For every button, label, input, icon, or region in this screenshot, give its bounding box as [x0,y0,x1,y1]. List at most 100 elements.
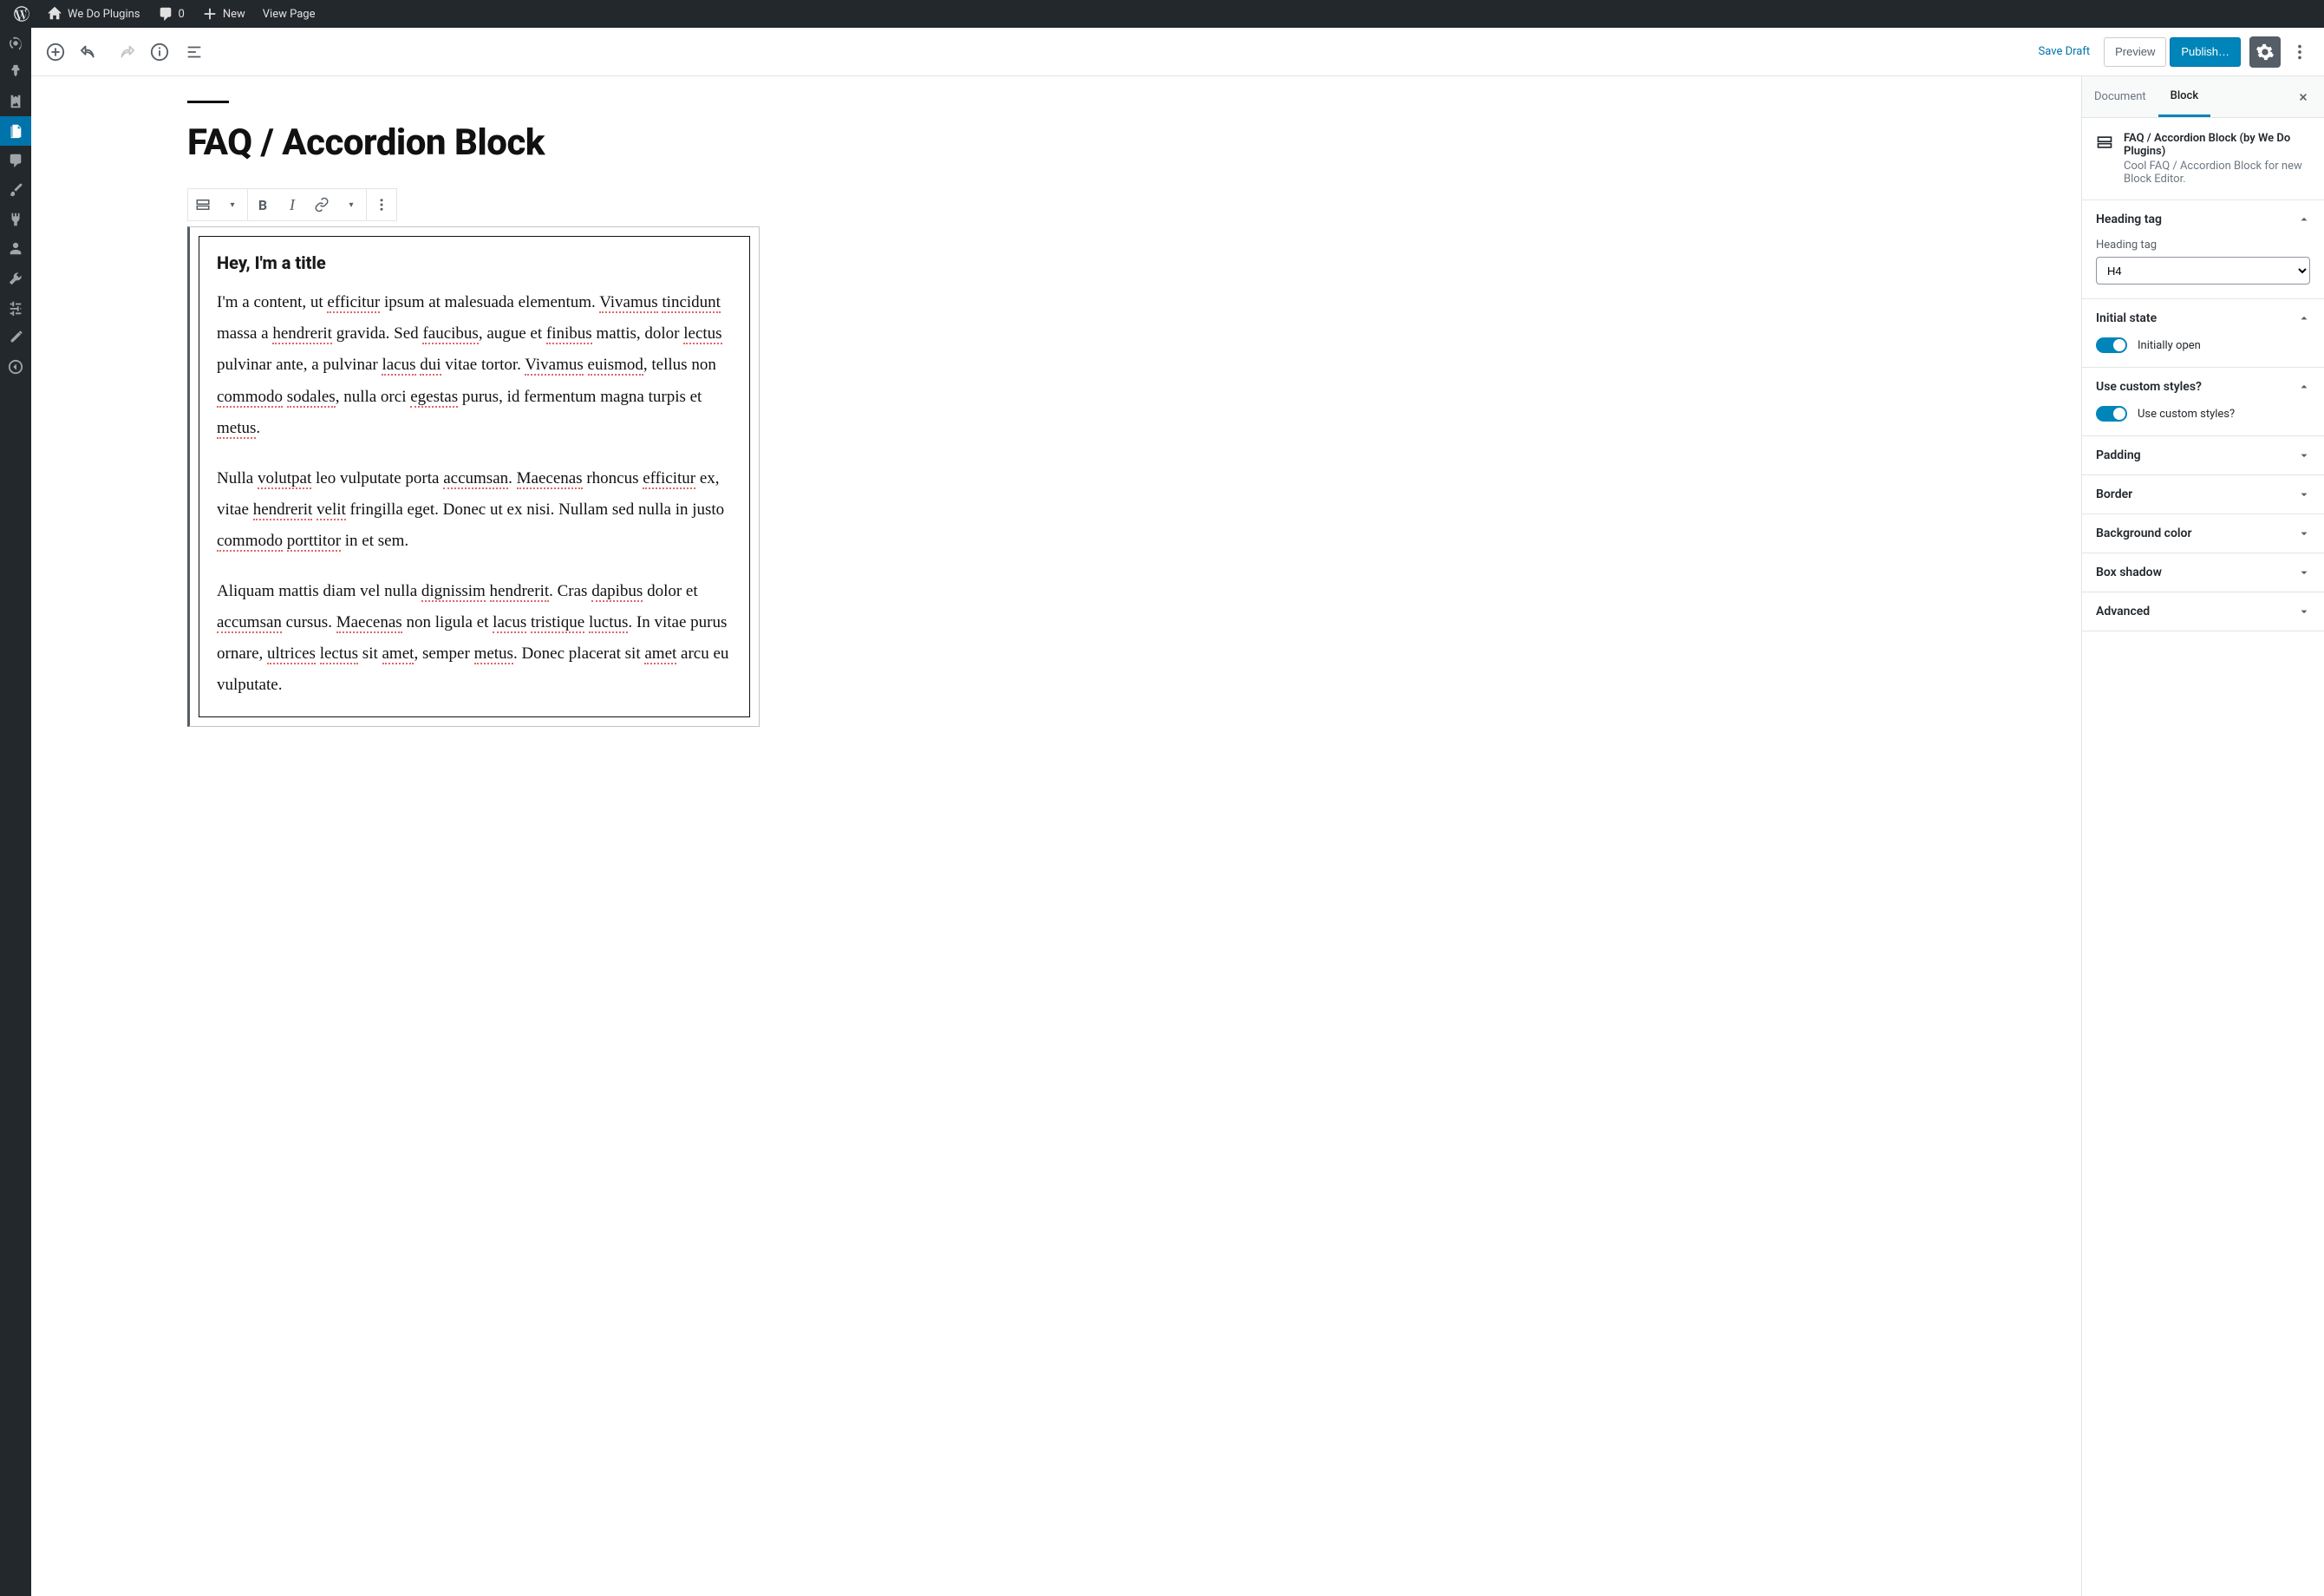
initially-open-label: Initially open [2138,339,2201,352]
menu-edit[interactable] [0,323,31,352]
menu-collapse[interactable] [0,352,31,382]
wordpress-icon [14,6,29,22]
menu-appearance[interactable] [0,175,31,205]
initially-open-toggle[interactable] [2096,337,2127,353]
title-dash [187,101,229,103]
accordion-paragraph: Nulla volutpat leo vulputate porta accum… [217,463,732,557]
site-name: We Do Plugins [68,8,140,21]
collapse-icon [8,359,23,375]
accordion-content[interactable]: I'm a content, ut efficitur ipsum at mal… [217,287,732,701]
accordion-paragraph: Aliquam mattis diam vel nulla dignissim … [217,576,732,701]
menu-plugins[interactable] [0,205,31,234]
editor-canvas[interactable]: FAQ / Accordion Block ▾ B I [31,76,2081,1596]
menu-users[interactable] [0,234,31,264]
bold-button[interactable]: B [248,189,277,220]
block-more-button[interactable] [367,189,396,220]
view-page-label: View Page [263,8,316,21]
panel-padding: Padding [2082,436,2324,475]
view-page-link[interactable]: View Page [256,0,323,28]
dashboard-icon [8,35,23,50]
chevron-down-icon [2298,527,2310,540]
panel-padding-header[interactable]: Padding [2082,436,2324,474]
panel-custom-styles: Use custom styles? Use custom styles? [2082,368,2324,436]
undo-button[interactable] [75,36,106,68]
block-type-icon [2096,134,2113,151]
heading-tag-label: Heading tag [2096,239,2310,252]
more-options-button[interactable] [2284,36,2315,68]
media-icon [8,94,23,109]
more-formatting-dropdown[interactable]: ▾ [336,189,366,220]
preview-button[interactable]: Preview [2104,37,2166,67]
menu-dashboard[interactable] [0,28,31,57]
block-type-dropdown[interactable]: ▾ [218,189,247,220]
pages-icon [8,123,23,139]
panel-advanced-header[interactable]: Advanced [2082,592,2324,631]
menu-comments[interactable] [0,146,31,175]
accordion-heading[interactable]: Hey, I'm a title [217,252,732,273]
comments-icon [158,6,173,22]
accordion-inner: Hey, I'm a title I'm a content, ut effic… [199,236,750,717]
comments-link[interactable]: 0 [151,0,192,28]
comments-count: 0 [179,8,185,21]
wrench-icon [8,271,23,286]
pencil-icon [8,330,23,345]
brush-icon [8,182,23,198]
editor-header: Save Draft Preview Publish… [31,28,2324,76]
block-info-title: FAQ / Accordion Block (by We Do Plugins) [2124,132,2310,158]
chevron-up-icon [2298,213,2310,226]
block-toolbar: ▾ B I ▾ [187,188,397,221]
accordion-block[interactable]: Hey, I'm a title I'm a content, ut effic… [187,226,760,727]
panel-custom-styles-header[interactable]: Use custom styles? [2082,368,2324,406]
post-title[interactable]: FAQ / Accordion Block [187,122,760,164]
panel-background: Background color [2082,514,2324,553]
italic-button[interactable]: I [277,189,307,220]
redo-icon [115,43,134,62]
panel-box-shadow-header[interactable]: Box shadow [2082,553,2324,592]
plus-icon [202,6,218,22]
menu-media[interactable] [0,87,31,116]
panel-heading-tag-header[interactable]: Heading tag [2082,200,2324,239]
redo-button[interactable] [109,36,140,68]
editor-body: FAQ / Accordion Block ▾ B I [31,76,2324,1596]
menu-tools[interactable] [0,264,31,293]
panel-advanced: Advanced [2082,592,2324,631]
settings-toggle-button[interactable] [2249,36,2281,68]
save-draft-button[interactable]: Save Draft [2028,37,2101,67]
sliders-icon [8,300,23,316]
tab-document[interactable]: Document [2082,76,2158,117]
add-block-button[interactable] [40,36,71,68]
menu-pages[interactable] [0,116,31,146]
new-label: New [223,8,245,21]
link-button[interactable] [307,189,336,220]
menu-settings[interactable] [0,293,31,323]
admin-bar: We Do Plugins 0 New View Page [0,0,2324,28]
wp-logo[interactable] [7,0,36,28]
canvas-content: FAQ / Accordion Block ▾ B I [170,101,777,779]
close-sidebar-button[interactable] [2288,82,2319,113]
content-structure-button[interactable] [144,36,175,68]
panel-block-info: FAQ / Accordion Block (by We Do Plugins)… [2082,118,2324,200]
panel-initial-state-header[interactable]: Initial state [2082,299,2324,337]
user-icon [8,241,23,257]
menu-pin[interactable] [0,57,31,87]
site-link[interactable]: We Do Plugins [40,0,147,28]
chevron-down-icon [2298,449,2310,461]
chevron-down-icon [2298,566,2310,579]
panel-border-header[interactable]: Border [2082,475,2324,513]
block-type-button[interactable] [188,189,218,220]
sidebar-tabs: Document Block [2082,76,2324,118]
gear-icon [2255,43,2275,62]
pushpin-icon [8,64,23,80]
custom-styles-toggle[interactable] [2096,406,2127,422]
plug-icon [8,212,23,227]
panel-background-header[interactable]: Background color [2082,514,2324,553]
new-link[interactable]: New [195,0,252,28]
heading-tag-select[interactable]: H4 [2096,257,2310,285]
panel-heading-tag: Heading tag Heading tag H4 [2082,200,2324,299]
block-navigation-button[interactable] [179,36,210,68]
settings-sidebar: Document Block FAQ / Accordion Block (by… [2081,76,2324,1596]
tab-block[interactable]: Block [2158,76,2210,117]
home-icon [47,6,62,22]
publish-button[interactable]: Publish… [2170,37,2241,67]
panel-initial-state: Initial state Initially open [2082,299,2324,368]
